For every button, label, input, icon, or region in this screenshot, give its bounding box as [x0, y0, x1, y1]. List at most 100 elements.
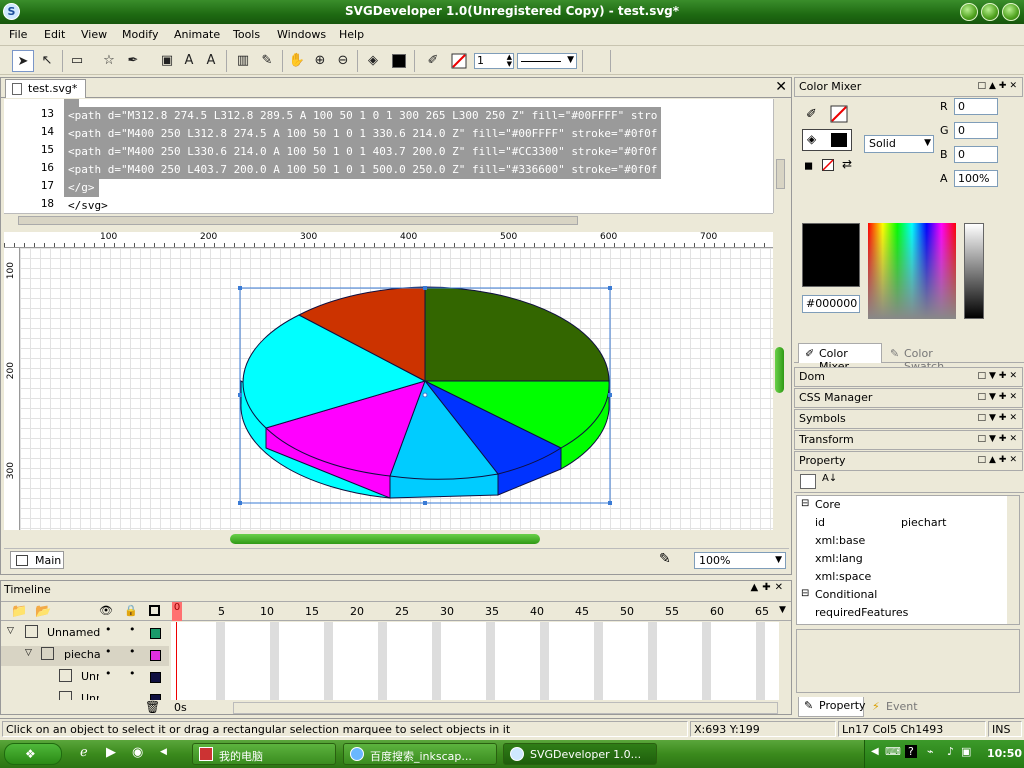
- stroke-none-swatch[interactable]: [830, 105, 848, 126]
- media-icon[interactable]: ▶: [106, 745, 116, 760]
- task-svgdeveloper[interactable]: SVGDeveloper 1.0...: [503, 743, 657, 765]
- layer-row[interactable]: Unr • •: [1, 667, 169, 688]
- menu-help[interactable]: Help: [339, 28, 364, 41]
- code-horizontal-scrollbar[interactable]: [4, 213, 773, 227]
- display-icon[interactable]: ▣: [961, 745, 971, 758]
- layer-row[interactable]: ▽ Unnamed • •: [1, 623, 169, 644]
- transform-panel-header[interactable]: Transform □▼✚✕: [794, 430, 1023, 450]
- fill-type-select[interactable]: Solid ▼: [864, 135, 934, 153]
- collapse-icon[interactable]: ⊟: [801, 588, 809, 599]
- code-editor[interactable]: 13 <path d="M312.8 274.5 L312.8 289.5 A 1…: [4, 99, 773, 213]
- sort-alpha-icon[interactable]: A↓: [822, 473, 837, 484]
- property-panel-header[interactable]: Property □▲✚✕: [794, 451, 1023, 471]
- menu-view[interactable]: View: [81, 28, 107, 41]
- brightness-slider[interactable]: [964, 223, 984, 319]
- spin-arrows-icon[interactable]: ▲ ▼: [507, 54, 512, 68]
- fill-color-swatch[interactable]: [388, 50, 410, 72]
- menu-edit[interactable]: Edit: [44, 28, 65, 41]
- close-button[interactable]: [1002, 3, 1020, 21]
- canvas-horizontal-scrollbar[interactable]: [4, 532, 773, 546]
- zoom-out-icon[interactable]: ⊖: [332, 50, 354, 72]
- text-tool-icon[interactable]: A: [178, 50, 200, 72]
- visibility-dot[interactable]: •: [105, 623, 112, 636]
- hand-tool-icon[interactable]: ✋: [286, 50, 308, 72]
- stroke-pen-icon[interactable]: ✐: [806, 107, 817, 122]
- select-arrow-icon[interactable]: ➤: [12, 50, 34, 72]
- open-folder-icon[interactable]: 📂: [35, 604, 51, 619]
- hex-input[interactable]: #000000: [802, 295, 860, 313]
- property-scrollbar[interactable]: [1007, 496, 1019, 624]
- pie-chart-drawing[interactable]: [20, 248, 773, 530]
- panel-controls-icon[interactable]: □▼✚✕: [977, 392, 1020, 402]
- lock-icon[interactable]: 🔒: [124, 604, 138, 617]
- frame-label-0[interactable]: 0: [172, 602, 182, 621]
- lock-dot[interactable]: •: [129, 623, 136, 636]
- fill-bucket-icon[interactable]: ◈: [362, 50, 384, 72]
- volume-icon[interactable]: ♪: [947, 745, 954, 758]
- symbols-panel-header[interactable]: Symbols □▼✚✕: [794, 409, 1023, 429]
- rectangle-tool-icon[interactable]: ▭: [66, 50, 88, 72]
- stroke-width-input[interactable]: 1 ▲ ▼: [474, 53, 514, 69]
- start-button[interactable]: ❖: [4, 743, 62, 765]
- scroll-thumb[interactable]: [776, 159, 785, 189]
- dom-panel-header[interactable]: Dom □▼✚✕: [794, 367, 1023, 387]
- maximize-button[interactable]: [981, 3, 999, 21]
- group-core[interactable]: ⊟ Core: [799, 496, 1009, 514]
- css-manager-panel-header[interactable]: CSS Manager □▼✚✕: [794, 388, 1023, 408]
- collapse-arrow-icon[interactable]: ▽: [25, 648, 32, 658]
- a-input[interactable]: 100%: [954, 170, 998, 187]
- menu-windows[interactable]: Windows: [277, 28, 326, 41]
- zoom-select[interactable]: 100% ▼: [694, 552, 786, 569]
- layer-color-swatch[interactable]: [150, 650, 161, 661]
- menu-modify[interactable]: Modify: [122, 28, 158, 41]
- b-input[interactable]: 0: [954, 146, 998, 163]
- close-document-icon[interactable]: ✕: [775, 79, 787, 95]
- property-row[interactable]: requiredFeatures: [799, 604, 1009, 622]
- outline-icon[interactable]: [149, 605, 160, 616]
- menu-animate[interactable]: Animate: [174, 28, 220, 41]
- network-icon[interactable]: ⌁: [927, 745, 934, 758]
- tab-color-swatch[interactable]: ✎Color Swatch: [886, 345, 972, 373]
- fill-selector[interactable]: ◈: [802, 129, 852, 151]
- collapse-icon[interactable]: ⊟: [801, 498, 809, 509]
- text-path-tool-icon[interactable]: A: [200, 50, 222, 72]
- scroll-thumb[interactable]: [775, 347, 784, 393]
- tray-arrow-icon[interactable]: ◀: [871, 746, 879, 757]
- layer-color-swatch[interactable]: [150, 628, 161, 639]
- task-baidu[interactable]: 百度搜索_inkscap...: [343, 743, 497, 765]
- tab-property[interactable]: ✎ Property: [798, 697, 866, 717]
- ie-icon[interactable]: ℯ: [80, 745, 88, 760]
- panel-controls-icon[interactable]: ▲✚✕: [751, 582, 787, 593]
- scroll-thumb[interactable]: [18, 216, 578, 225]
- property-row[interactable]: xml:lang: [799, 550, 1009, 568]
- gradient-tool-icon[interactable]: ▥: [232, 50, 254, 72]
- lock-dot[interactable]: •: [129, 667, 136, 680]
- group-conditional[interactable]: ⊟ Conditional: [799, 586, 1009, 604]
- scene-tab[interactable]: Main: [10, 551, 64, 569]
- property-row[interactable]: xml:base: [799, 532, 1009, 550]
- color-spectrum[interactable]: [868, 223, 956, 319]
- frame-grid[interactable]: [171, 622, 779, 700]
- subselect-arrow-icon[interactable]: ↖: [36, 50, 58, 72]
- help-icon[interactable]: ?: [905, 745, 917, 758]
- document-tab[interactable]: test.svg*: [5, 79, 87, 98]
- property-row[interactable]: id piechart: [799, 514, 1009, 532]
- g-input[interactable]: 0: [954, 122, 998, 139]
- r-input[interactable]: 0: [954, 98, 998, 115]
- layer-row[interactable]: Unr: [1, 690, 169, 700]
- panel-controls-icon[interactable]: □▼✚✕: [977, 434, 1020, 444]
- playhead[interactable]: [176, 622, 177, 700]
- layer-row-selected[interactable]: ▽ piechar • •: [1, 645, 169, 666]
- stroke-style-select[interactable]: ▼: [517, 53, 577, 69]
- menu-file[interactable]: File: [9, 28, 27, 41]
- zoom-in-icon[interactable]: ⊕: [309, 50, 331, 72]
- code-vertical-scrollbar[interactable]: [773, 99, 787, 213]
- folder-icon[interactable]: 📁: [11, 604, 27, 619]
- keyboard-icon[interactable]: ⌨: [885, 745, 901, 758]
- visibility-dot[interactable]: •: [105, 667, 112, 680]
- categorized-view-icon[interactable]: [800, 474, 816, 489]
- panel-controls-icon[interactable]: □▼✚✕: [977, 371, 1020, 381]
- eye-icon[interactable]: 👁: [99, 604, 113, 617]
- scroll-thumb[interactable]: [230, 534, 540, 544]
- panel-controls-icon[interactable]: □▲✚✕: [977, 81, 1020, 91]
